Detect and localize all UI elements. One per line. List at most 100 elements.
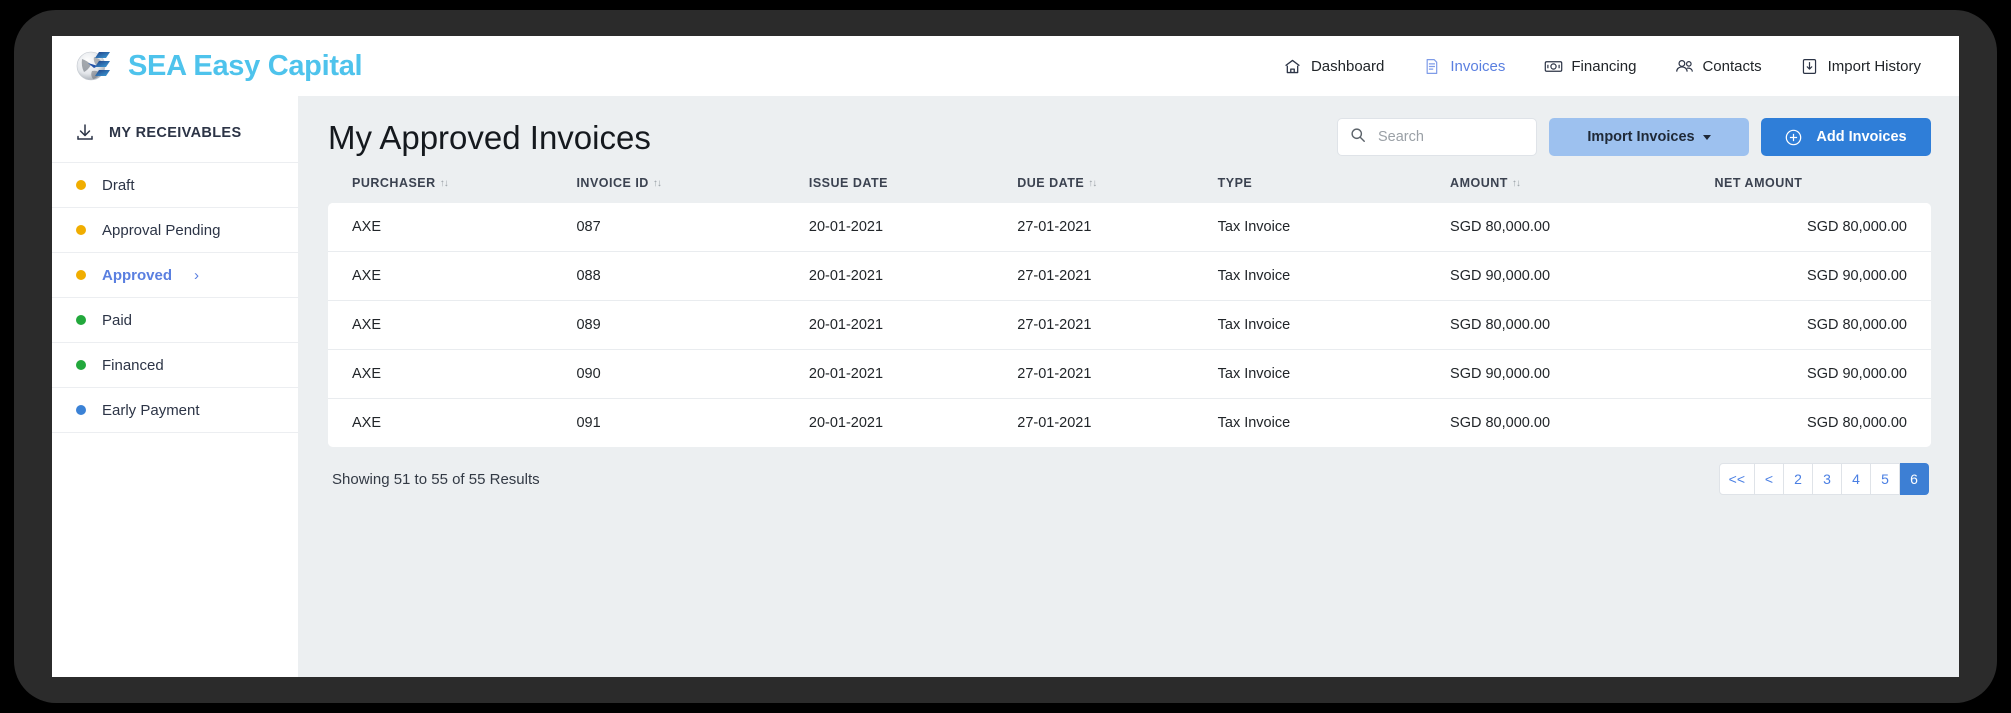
main-content: My Approved Invoices Search Import Invoi… — [298, 96, 1959, 677]
cell-amount: SGD 80,000.00 — [1450, 398, 1715, 448]
invoices-table-head: PURCHASER ↑↓ INVOICE ID ↑↓ ISSUE DATE DUE … — [328, 176, 1931, 204]
sidebar-item-label: Approval Pending — [102, 221, 221, 239]
pagination-page-5[interactable]: 5 — [1871, 463, 1900, 496]
pagination-page-6[interactable]: 6 — [1900, 463, 1929, 496]
sidebar-item-label: Early Payment — [102, 401, 200, 419]
showing-results-text: Showing 51 to 55 of 55 Results — [332, 470, 540, 488]
cell-purchaser: AXE — [328, 251, 577, 301]
cell-due-date: 27-01-2021 — [1017, 203, 1218, 252]
sidebar-divider — [52, 432, 298, 433]
cell-amount: SGD 80,000.00 — [1450, 300, 1715, 350]
sidebar-item-early-payment[interactable]: Early Payment — [52, 387, 298, 432]
sidebar-item-approved[interactable]: Approved › — [52, 252, 298, 297]
cell-net-amount: SGD 90,000.00 — [1714, 251, 1931, 301]
table-row[interactable]: AXE 090 20-01-2021 27-01-2021 Tax Invoic… — [328, 349, 1931, 399]
table-row[interactable]: AXE 087 20-01-2021 27-01-2021 Tax Invoic… — [328, 203, 1931, 252]
nav-item-contacts[interactable]: Contacts — [1674, 57, 1762, 76]
cell-net-amount: SGD 80,000.00 — [1714, 203, 1931, 252]
nav-label: Financing — [1571, 57, 1637, 75]
status-dot-icon — [76, 315, 86, 325]
main-nav: Dashboard Invoices Financing Contacts Im… — [1283, 57, 1935, 76]
sort-icon: ↑↓ — [1088, 178, 1097, 190]
cell-issue-date: 20-01-2021 — [808, 300, 1018, 350]
pagination-first[interactable]: << — [1718, 463, 1755, 496]
cell-purchaser: AXE — [328, 300, 577, 350]
table-row[interactable]: AXE 088 20-01-2021 27-01-2021 Tax Invoic… — [328, 251, 1931, 301]
col-label: PURCHASER — [352, 176, 436, 191]
chevron-right-icon: › — [194, 266, 200, 284]
download-icon — [74, 122, 96, 144]
col-label: AMOUNT — [1450, 176, 1508, 191]
sidebar-item-draft[interactable]: Draft — [52, 162, 298, 207]
sidebar-item-approval-pending[interactable]: Approval Pending — [52, 207, 298, 252]
status-dot-icon — [76, 360, 86, 370]
add-invoices-button[interactable]: Add Invoices — [1761, 118, 1931, 156]
main-toolbar: My Approved Invoices Search Import Invoi… — [328, 118, 1931, 156]
cell-due-date: 27-01-2021 — [1017, 398, 1218, 448]
pagination-prev[interactable]: < — [1755, 463, 1784, 496]
sidebar-item-label: Approved — [102, 266, 173, 284]
col-header-purchaser[interactable]: PURCHASER ↑↓ — [328, 176, 577, 204]
app-screen: SEA Easy Capital Dashboard Invoices Fina… — [52, 36, 1959, 677]
status-dot-icon — [76, 225, 86, 235]
cell-due-date: 27-01-2021 — [1017, 349, 1218, 399]
import-icon — [1800, 57, 1819, 76]
sort-icon: ↑↓ — [652, 178, 662, 190]
pagination-page-2[interactable]: 2 — [1784, 463, 1813, 496]
col-header-due-date[interactable]: DUE DATE ↑↓ — [1017, 176, 1218, 204]
cell-issue-date: 20-01-2021 — [808, 203, 1018, 252]
sidebar-item-paid[interactable]: Paid — [52, 297, 298, 342]
cell-invoice-id: 091 — [576, 398, 809, 448]
col-header-invoice-id[interactable]: INVOICE ID ↑↓ — [576, 176, 809, 204]
pagination-page-4[interactable]: 4 — [1842, 463, 1871, 496]
nav-item-invoices[interactable]: Invoices — [1422, 57, 1505, 76]
cell-net-amount: SGD 80,000.00 — [1714, 300, 1931, 350]
status-dot-icon — [76, 405, 86, 415]
cell-net-amount: SGD 80,000.00 — [1714, 398, 1931, 448]
nav-item-financing[interactable]: Financing — [1543, 57, 1636, 76]
col-header-amount[interactable]: AMOUNT ↑↓ — [1450, 176, 1715, 204]
search-box[interactable] — [1337, 118, 1537, 156]
document-icon — [1422, 57, 1441, 76]
sidebar-title-label: MY RECEIVABLES — [109, 125, 242, 141]
add-invoices-label: Add Invoices — [1816, 129, 1907, 145]
col-label: NET AMOUNT — [1714, 176, 1803, 191]
people-icon — [1674, 57, 1694, 76]
nav-label: Dashboard — [1310, 57, 1385, 75]
table-row[interactable]: AXE 091 20-01-2021 27-01-2021 Tax Invoic… — [328, 398, 1931, 448]
device-bezel: SEA Easy Capital Dashboard Invoices Fina… — [14, 10, 1997, 703]
status-dot-icon — [76, 270, 86, 280]
cell-net-amount: SGD 90,000.00 — [1714, 349, 1931, 399]
sidebar-title: MY RECEIVABLES — [52, 96, 298, 162]
cell-amount: SGD 90,000.00 — [1450, 251, 1715, 301]
app-header: SEA Easy Capital Dashboard Invoices Fina… — [52, 36, 1959, 96]
table-row[interactable]: AXE 089 20-01-2021 27-01-2021 Tax Invoic… — [328, 300, 1931, 350]
brand-name: SEA Easy Capital — [128, 49, 363, 82]
cell-type: Tax Invoice — [1217, 349, 1451, 399]
cell-issue-date: 20-01-2021 — [808, 349, 1018, 399]
search-icon — [1350, 127, 1366, 148]
cell-amount: SGD 90,000.00 — [1450, 349, 1715, 399]
banknote-icon — [1543, 57, 1563, 76]
nav-label: Import History — [1827, 57, 1921, 75]
globe-bars-logo-icon — [74, 45, 116, 87]
nav-item-dashboard[interactable]: Dashboard — [1283, 57, 1384, 76]
col-header-issue-date: ISSUE DATE — [808, 176, 1018, 204]
cell-type: Tax Invoice — [1217, 300, 1451, 350]
cell-invoice-id: 087 — [576, 203, 809, 252]
pagination-page-3[interactable]: 3 — [1813, 463, 1842, 496]
sidebar-item-financed[interactable]: Financed — [52, 342, 298, 387]
col-label: DUE DATE — [1017, 176, 1085, 191]
search-input[interactable] — [1376, 128, 1524, 146]
import-invoices-button[interactable]: Import Invoices — [1549, 118, 1749, 156]
nav-item-import-history[interactable]: Import History — [1800, 57, 1921, 76]
toolbar-actions: Import Invoices Add Invoices — [1337, 118, 1931, 156]
cell-due-date: 27-01-2021 — [1017, 251, 1218, 301]
cell-purchaser: AXE — [328, 398, 577, 448]
cell-purchaser: AXE — [328, 349, 577, 399]
cell-type: Tax Invoice — [1217, 251, 1451, 301]
brand[interactable]: SEA Easy Capital — [74, 45, 363, 87]
cell-amount: SGD 80,000.00 — [1450, 203, 1715, 252]
cell-due-date: 27-01-2021 — [1017, 300, 1218, 350]
page-title: My Approved Invoices — [328, 119, 651, 156]
